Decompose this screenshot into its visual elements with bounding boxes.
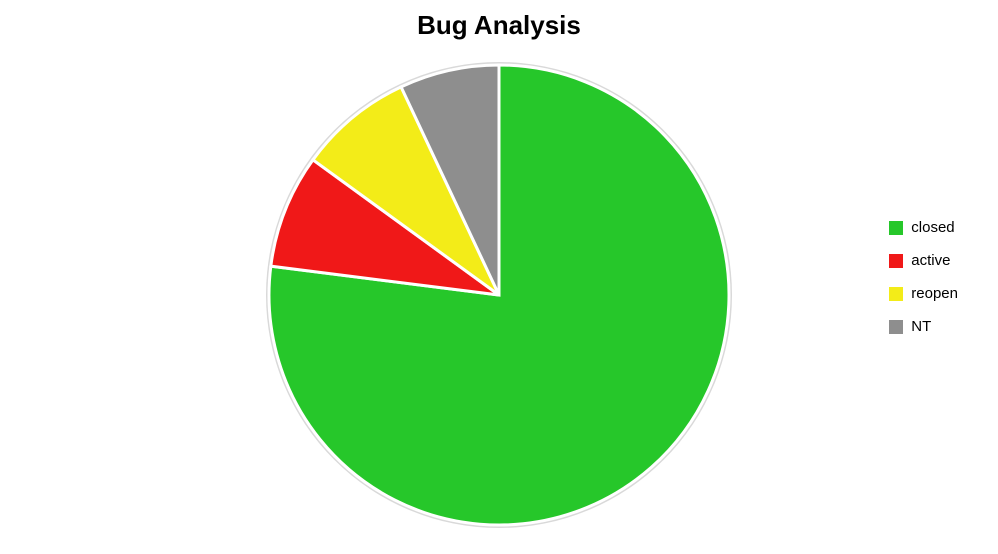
chart-title: Bug Analysis bbox=[417, 10, 581, 41]
legend-swatch-active bbox=[889, 254, 903, 268]
legend: closed active reopen NT bbox=[889, 219, 958, 335]
legend-item-NT: NT bbox=[889, 318, 958, 335]
legend-label: active bbox=[911, 252, 950, 269]
legend-item-active: active bbox=[889, 252, 958, 269]
pie-chart bbox=[259, 55, 739, 535]
legend-swatch-closed bbox=[889, 221, 903, 235]
legend-label: closed bbox=[911, 219, 954, 236]
legend-item-reopen: reopen bbox=[889, 285, 958, 302]
legend-item-closed: closed bbox=[889, 219, 958, 236]
legend-label: reopen bbox=[911, 285, 958, 302]
legend-swatch-reopen bbox=[889, 287, 903, 301]
legend-label: NT bbox=[911, 318, 931, 335]
legend-swatch-NT bbox=[889, 320, 903, 334]
bug-analysis-chart: Bug Analysis closed active reopen NT bbox=[0, 0, 998, 554]
